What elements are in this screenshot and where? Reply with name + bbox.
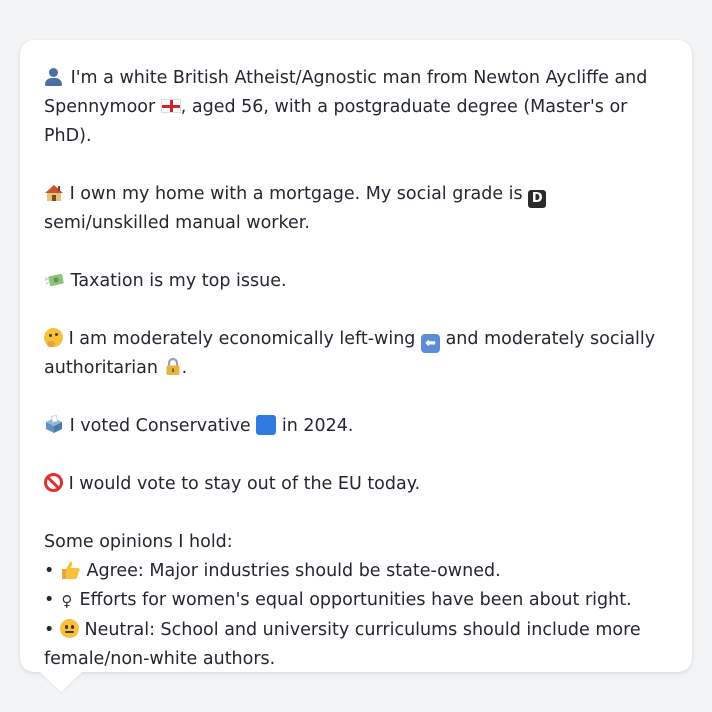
bullet: • — [44, 620, 55, 640]
house-icon — [45, 185, 63, 201]
bullet: • — [44, 590, 55, 610]
vote-paragraph: I voted Conservative in 2024. — [44, 412, 668, 441]
letter-d-icon: D — [528, 190, 547, 208]
blue-square-icon — [256, 415, 277, 435]
money-with-wings-icon — [45, 273, 64, 287]
identity-paragraph: I'm a white British Atheist/Agnostic man… — [44, 64, 668, 151]
bullet: • — [44, 561, 55, 581]
person-silhouette-icon — [44, 67, 63, 86]
ideology-paragraph: I am moderately economically left-wing ⬅… — [44, 325, 668, 383]
home-text-a: I own my home with a mortgage. My social… — [69, 184, 523, 204]
bubble-tail — [40, 672, 82, 692]
opinion-text: Agree: Major industries should be state-… — [86, 561, 501, 581]
ideology-text-a: I am moderately economically left-wing — [68, 329, 416, 349]
vote-text-a: I voted Conservative — [69, 416, 251, 436]
no-entry-icon — [44, 473, 63, 492]
neutral-face-icon — [59, 619, 79, 638]
thinking-face-icon — [44, 328, 63, 347]
ballot-box-icon — [46, 415, 62, 433]
opinion-text: Neutral: School and university curriculu… — [44, 620, 641, 669]
eu-paragraph: I would vote to stay out of the EU today… — [44, 470, 668, 499]
opinion-item: • Agree: Major industries should be stat… — [44, 557, 668, 586]
issue-paragraph: Taxation is my top issue. — [44, 267, 668, 296]
eu-text: I would vote to stay out of the EU today… — [68, 474, 421, 494]
female-sign-icon: ♀ — [61, 592, 73, 610]
thumbs-up-icon — [61, 561, 80, 579]
home-text-b: semi/unskilled manual worker. — [44, 213, 310, 233]
opinion-item: • ♀ Efforts for women's equal opportunit… — [44, 586, 668, 616]
issue-text: Taxation is my top issue. — [70, 271, 287, 291]
opinion-item: • Neutral: School and university curricu… — [44, 616, 668, 674]
england-flag-icon — [160, 99, 181, 113]
ideology-text-c: . — [181, 358, 188, 378]
opinion-text: Efforts for women's equal opportunities … — [79, 590, 632, 610]
message-bubble: I'm a white British Atheist/Agnostic man… — [20, 40, 692, 672]
left-arrow-icon: ⬅ — [421, 334, 440, 353]
vote-text-b: in 2024. — [281, 416, 354, 436]
lock-icon — [166, 357, 180, 375]
opinions-heading: Some opinions I hold: — [44, 532, 233, 552]
home-paragraph: I own my home with a mortgage. My social… — [44, 180, 668, 238]
